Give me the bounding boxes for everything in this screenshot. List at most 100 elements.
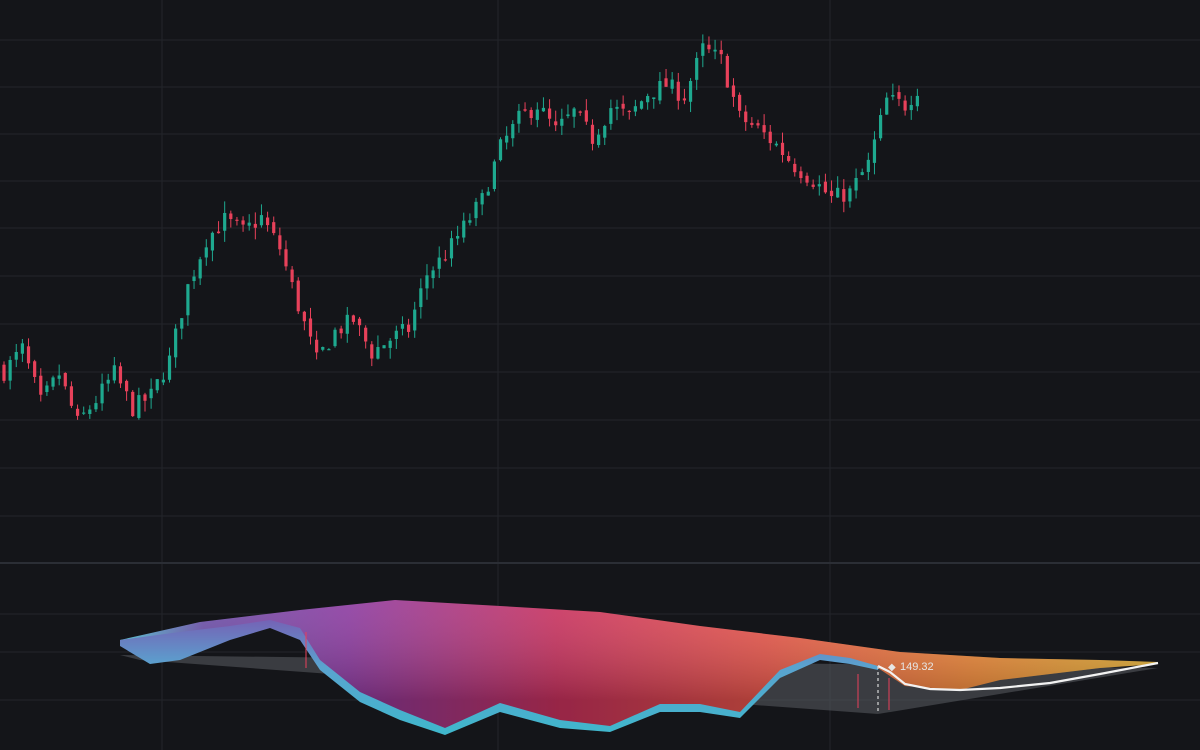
- candle-body: [321, 347, 325, 350]
- candle-body: [903, 100, 907, 111]
- candle-body: [731, 85, 736, 97]
- candle-body: [149, 388, 153, 399]
- candle-body: [817, 184, 821, 187]
- candle-body: [94, 403, 98, 410]
- candle-body: [713, 49, 717, 52]
- candle-body: [143, 394, 147, 401]
- candle-body: [431, 270, 435, 279]
- candle-body: [474, 201, 478, 219]
- candle-body: [63, 372, 67, 387]
- candle-body: [167, 355, 172, 380]
- candle-body: [560, 118, 564, 126]
- chart-canvas[interactable]: ◆ 149.32: [0, 0, 1200, 750]
- candle-body: [69, 386, 74, 406]
- candle-body: [413, 309, 417, 331]
- candle-body: [480, 193, 484, 205]
- candle-body: [223, 212, 227, 231]
- candle-body: [836, 187, 840, 198]
- candle-body: [842, 189, 846, 202]
- candle-body: [498, 139, 503, 161]
- candle-body: [603, 125, 607, 138]
- candle-body: [719, 49, 723, 55]
- candle-body: [633, 106, 637, 112]
- candle-body: [26, 346, 31, 364]
- candle-body: [695, 57, 699, 80]
- candle-body: [161, 379, 165, 383]
- candle-body: [14, 351, 18, 360]
- candle-body: [45, 385, 49, 393]
- candle-body: [456, 236, 460, 239]
- candle-body: [787, 156, 791, 161]
- candle-body: [370, 344, 374, 359]
- candle-body: [174, 328, 178, 358]
- candle-body: [738, 94, 742, 111]
- candle-body: [811, 184, 815, 187]
- candle-body: [615, 106, 619, 109]
- candle-body: [247, 222, 251, 226]
- candle-body: [750, 122, 754, 125]
- surface-annotation-value: 149.32: [900, 661, 934, 673]
- candle-body: [241, 220, 245, 225]
- candle-body: [762, 125, 766, 133]
- candle-body: [652, 97, 656, 99]
- candle-body: [823, 181, 828, 193]
- candle-body: [39, 375, 43, 395]
- candle-body: [590, 124, 595, 144]
- candle-body: [118, 366, 123, 384]
- candle-body: [449, 238, 454, 259]
- candle-body: [658, 81, 662, 101]
- candle-body: [768, 131, 772, 144]
- candle-body: [915, 95, 919, 107]
- candle-body: [20, 343, 24, 354]
- candle-body: [419, 288, 423, 308]
- candle-body: [609, 108, 613, 124]
- candle-body: [364, 327, 368, 342]
- candle-body: [486, 191, 490, 196]
- candle-body: [578, 111, 582, 113]
- candle-body: [155, 379, 159, 391]
- candle-body: [33, 361, 37, 377]
- candle-body: [468, 220, 472, 223]
- candle-body: [51, 377, 55, 387]
- candle-body: [529, 109, 533, 119]
- candle-body: [688, 81, 693, 102]
- candle-body: [566, 114, 570, 117]
- candle-body: [327, 349, 331, 351]
- candle-body: [210, 232, 215, 251]
- candle-body: [627, 110, 631, 113]
- candle-body: [597, 134, 601, 146]
- candle-body: [535, 109, 539, 120]
- candle-body: [909, 104, 913, 111]
- candle-body: [82, 412, 86, 414]
- candle-body: [676, 81, 680, 101]
- candle-body: [284, 249, 288, 267]
- candle-body: [131, 391, 135, 417]
- candle-body: [400, 324, 405, 329]
- candle-body: [315, 339, 319, 353]
- candle-body: [125, 380, 129, 392]
- candle-body: [394, 330, 398, 339]
- candle-body: [180, 318, 184, 329]
- candle-body: [866, 159, 870, 173]
- candle-body: [756, 123, 760, 126]
- candle-body: [296, 280, 300, 312]
- candle-body: [725, 55, 729, 88]
- candle-body: [829, 190, 834, 197]
- candle-body: [425, 275, 429, 289]
- candle-body: [443, 259, 447, 261]
- candle-body: [351, 315, 356, 322]
- candle-body: [885, 97, 889, 115]
- candle-body: [492, 161, 496, 189]
- candle-body: [682, 98, 687, 101]
- candle-body: [872, 139, 877, 163]
- candle-body: [523, 109, 527, 111]
- candle-body: [505, 135, 509, 143]
- candle-body: [878, 115, 883, 139]
- candle-body: [664, 78, 668, 87]
- candle-body: [639, 101, 644, 109]
- candle-body: [57, 375, 61, 379]
- candle-body: [860, 172, 864, 175]
- candle-body: [302, 311, 306, 322]
- candle-body: [186, 284, 190, 316]
- candle-body: [701, 43, 705, 56]
